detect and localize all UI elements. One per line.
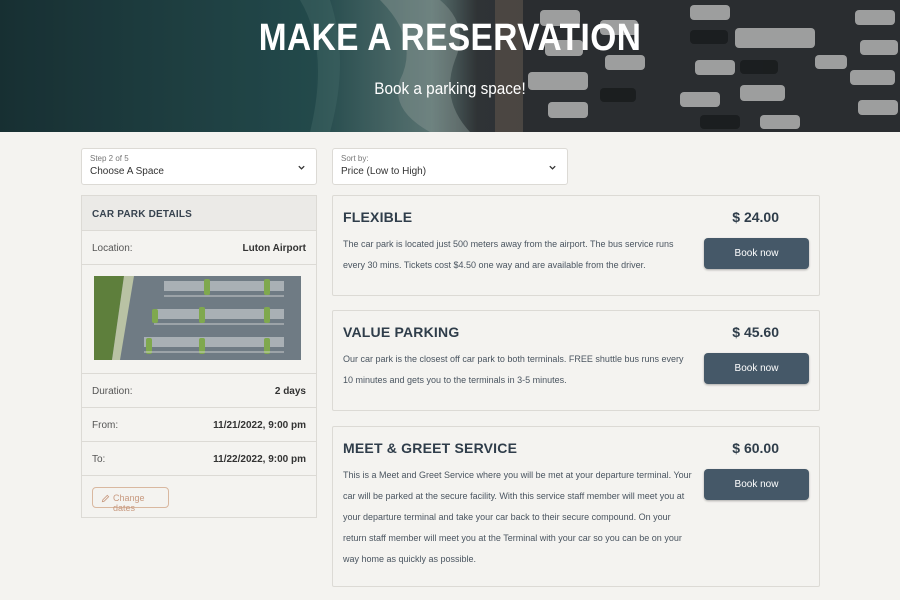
parking-option-card: MEET & GREET SERVICE $ 60.00 This is a M… <box>332 426 820 587</box>
option-description: This is a Meet and Greet Service where y… <box>343 470 692 564</box>
option-price: $ 45.60 <box>732 324 779 340</box>
option-description: Our car park is the closest off car park… <box>343 354 684 385</box>
location-row: Location: Luton Airport <box>82 231 316 265</box>
location-label: Location: <box>92 243 133 254</box>
page-subtitle: Book a parking space! <box>374 79 526 98</box>
from-label: From: <box>92 420 119 431</box>
duration-value: 2 days <box>274 386 306 397</box>
option-title: MEET & GREET SERVICE <box>343 440 518 456</box>
change-dates-button[interactable]: Change dates <box>92 487 169 513</box>
duration-label: Duration: <box>92 386 133 397</box>
pencil-icon <box>101 494 110 503</box>
book-now-button[interactable]: Book now <box>704 469 809 500</box>
change-dates-label: Change dates <box>113 493 145 513</box>
duration-row: Duration: 2 days <box>82 374 316 408</box>
details-header: CAR PARK DETAILS <box>82 196 316 231</box>
option-description: The car park is located just 500 meters … <box>343 239 674 270</box>
hero-banner: MAKE A RESERVATION Book a parking space! <box>0 0 900 132</box>
page-title: MAKE A RESERVATION <box>258 17 642 59</box>
from-row: From: 11/21/2022, 9:00 pm <box>82 408 316 442</box>
location-value: Luton Airport <box>242 243 306 254</box>
option-title: FLEXIBLE <box>343 209 413 225</box>
sort-select-value: Price (Low to High) <box>341 166 427 177</box>
book-now-button[interactable]: Book now <box>704 353 809 384</box>
chevron-down-icon <box>298 165 305 170</box>
step-select[interactable]: Step 2 of 5 Choose A Space <box>81 148 317 185</box>
chevron-down-icon <box>549 165 556 170</box>
step-select-value: Choose A Space <box>90 166 164 177</box>
option-price: $ 24.00 <box>732 209 779 225</box>
to-value: 11/22/2022, 9:00 pm <box>213 454 306 465</box>
to-row: To: 11/22/2022, 9:00 pm <box>82 442 316 476</box>
option-title: VALUE PARKING <box>343 324 460 340</box>
sort-select-label: Sort by: <box>341 154 369 163</box>
sort-select[interactable]: Sort by: Price (Low to High) <box>332 148 568 185</box>
book-now-button[interactable]: Book now <box>704 238 809 269</box>
car-park-map-image[interactable] <box>94 276 301 360</box>
step-select-label: Step 2 of 5 <box>90 154 129 163</box>
map-container <box>82 265 316 374</box>
parking-option-card: VALUE PARKING $ 45.60 Our car park is th… <box>332 310 820 411</box>
car-park-details-panel: CAR PARK DETAILS Location: Luton Airport <box>81 195 317 518</box>
from-value: 11/21/2022, 9:00 pm <box>213 420 306 431</box>
to-label: To: <box>92 454 106 465</box>
option-price: $ 60.00 <box>732 440 779 456</box>
parking-option-card: FLEXIBLE $ 24.00 The car park is located… <box>332 195 820 296</box>
